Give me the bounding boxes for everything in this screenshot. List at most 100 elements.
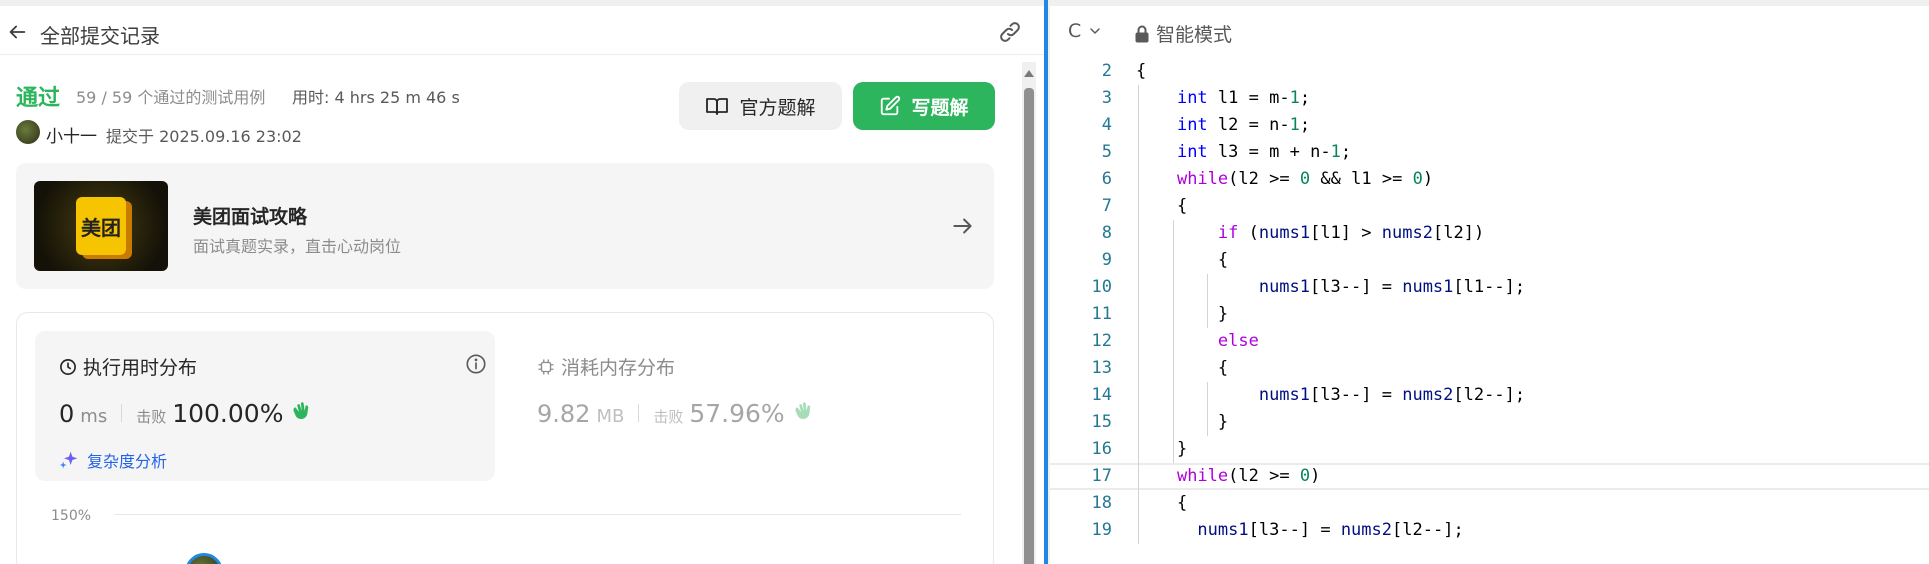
code-line[interactable]: 19 nums1[l3--] = nums2[l2--]; — [1050, 517, 1929, 544]
chevron-down-icon — [1090, 28, 1101, 34]
memory-tab[interactable]: 消耗内存分布 — [537, 353, 675, 380]
line-number: 15 — [1091, 412, 1112, 432]
line-number: 19 — [1091, 520, 1112, 540]
line-number: 6 — [1101, 169, 1112, 189]
chart-y-tick: 150% — [51, 508, 92, 524]
back-arrow-icon[interactable] — [6, 21, 28, 43]
meituan-logo-box: 美团 — [76, 197, 126, 255]
code-text: int l1 = m-1; — [1176, 88, 1311, 108]
code-line[interactable]: 11 } — [1050, 301, 1929, 328]
indent-guide — [1207, 382, 1209, 436]
clap-icon — [293, 402, 309, 420]
language-label: C — [1068, 20, 1082, 42]
line-number: 2 — [1101, 61, 1112, 81]
runtime-number: 0 — [59, 400, 75, 428]
code-text: { — [1217, 250, 1229, 270]
code-line[interactable]: 9 { — [1050, 247, 1929, 274]
write-solution-button[interactable]: 写题解 — [853, 82, 995, 130]
language-select[interactable]: C — [1068, 20, 1103, 42]
line-number: 16 — [1091, 439, 1112, 459]
code-line[interactable]: 12 else — [1050, 328, 1929, 355]
code-line[interactable]: 18 { — [1050, 490, 1929, 517]
avatar[interactable] — [16, 120, 40, 144]
line-number: 18 — [1091, 493, 1112, 513]
code-line[interactable]: 3 int l1 = m-1; — [1050, 85, 1929, 112]
memory-title-label: 消耗内存分布 — [561, 357, 676, 379]
line-number: 17 — [1091, 466, 1112, 486]
code-line[interactable]: 10 nums1[l3--] = nums1[l1--]; — [1050, 274, 1929, 301]
mode-label: 智能模式 — [1156, 24, 1233, 46]
code-line[interactable]: 2{ — [1050, 58, 1929, 85]
line-number: 7 — [1101, 196, 1112, 216]
editor-toolbar: C 智能模式 — [1050, 6, 1929, 55]
code-line[interactable]: 17 while(l2 >= 0) — [1050, 463, 1929, 490]
book-icon — [706, 98, 729, 115]
indent-guide — [1138, 85, 1139, 544]
elapsed-time: 用时: 4 hrs 25 m 46 s — [292, 88, 460, 107]
submission-panel: 全部提交记录 通过 59 / 59 个通过的测试用例 用时: 4 hrs 25 … — [0, 6, 1044, 564]
complexity-analysis-link[interactable]: 复杂度分析 — [59, 448, 167, 472]
code-panel: C 智能模式 2{3 int l1 = m-1; 4 int l2 = n-1; 5… — [1050, 6, 1929, 564]
promo-subtitle: 面试真题实录，直击心动岗位 — [193, 237, 402, 256]
code-line[interactable]: 15 } — [1050, 409, 1929, 436]
status-label: 通过 — [16, 86, 61, 111]
memory-unit: MB — [596, 406, 625, 427]
performance-stats: 执行用时分布 0 ms 击败 100.00% 复杂度分析 消耗内存分布 9.82… — [16, 312, 994, 564]
line-number: 5 — [1101, 142, 1112, 162]
code-text: { — [1176, 493, 1188, 513]
arrow-right-icon[interactable] — [950, 213, 976, 239]
code-text: int l3 = m + n-1; — [1176, 142, 1352, 162]
code-text: } — [1217, 412, 1229, 432]
code-line[interactable]: 14 nums1[l3--] = nums2[l2--]; — [1050, 382, 1929, 409]
code-line[interactable]: 6 while(l2 >= 0 && l1 >= 0) — [1050, 166, 1929, 193]
code-line[interactable]: 5 int l3 = m + n-1; — [1050, 139, 1929, 166]
code-text: nums1[l3--] = nums1[l1--]; — [1258, 277, 1526, 297]
clock-icon — [60, 358, 76, 375]
code-text: { — [1217, 358, 1229, 378]
line-number: 10 — [1091, 277, 1112, 297]
code-editor[interactable]: 2{3 int l1 = m-1; 4 int l2 = n-1; 5 int l3… — [1050, 55, 1929, 564]
code-text: else — [1217, 331, 1259, 351]
memory-beat-label: 击败 — [653, 408, 684, 426]
author-name[interactable]: 小十一 — [46, 122, 97, 147]
runtime-title: 执行用时分布 — [59, 353, 197, 380]
code-line[interactable]: 8 if (nums1[l1] > nums2[l2]) — [1050, 220, 1929, 247]
memory-beat-percent: 57.96% — [689, 399, 785, 428]
code-text: { — [1176, 196, 1188, 216]
separator — [121, 404, 123, 422]
clap-icon — [795, 402, 810, 420]
submit-time: 提交于 2025.09.16 23:02 — [106, 127, 302, 146]
runtime-beat-label: 击败 — [136, 408, 167, 426]
info-icon[interactable] — [465, 353, 487, 375]
scrollbar-thumb[interactable] — [1024, 88, 1034, 564]
chart-user-avatar[interactable] — [185, 553, 223, 564]
edit-icon — [881, 95, 901, 116]
code-line[interactable]: 7 { — [1050, 193, 1929, 220]
line-number: 13 — [1091, 358, 1112, 378]
line-number: 14 — [1091, 385, 1112, 405]
code-text: nums1[l3--] = nums2[l2--]; — [1258, 385, 1526, 405]
code-text: while(l2 >= 0 && l1 >= 0) — [1176, 169, 1434, 189]
code-text: { — [1136, 61, 1147, 81]
promo-title: 美团面试攻略 — [193, 206, 308, 228]
line-number: 11 — [1091, 304, 1112, 324]
code-line[interactable]: 4 int l2 = n-1; — [1050, 112, 1929, 139]
submission-header: 全部提交记录 — [0, 6, 1044, 55]
code-text: } — [1217, 304, 1229, 324]
link-icon[interactable] — [997, 20, 1023, 44]
code-text: if (nums1[l1] > nums2[l2]) — [1217, 223, 1485, 243]
runtime-beat-percent: 100.00% — [172, 399, 284, 428]
runtime-card[interactable]: 执行用时分布 0 ms 击败 100.00% 复杂度分析 — [35, 331, 495, 481]
chart-gridline — [115, 514, 961, 515]
code-line[interactable]: 16 } — [1050, 436, 1929, 463]
smart-mode-toggle[interactable]: 智能模式 — [1134, 20, 1232, 47]
scroll-up-arrow-icon[interactable] — [1024, 70, 1034, 77]
code-text: int l2 = n-1; — [1176, 115, 1311, 135]
indent-guide — [1207, 274, 1209, 328]
official-solution-label: 官方题解 — [739, 96, 816, 119]
code-line[interactable]: 13 { — [1050, 355, 1929, 382]
official-solution-button[interactable]: 官方题解 — [679, 82, 842, 130]
promo-card[interactable]: 美团 美团面试攻略 面试真题实录，直击心动岗位 — [16, 163, 994, 289]
test-cases-summary: 59 / 59 个通过的测试用例 — [76, 88, 266, 107]
runtime-title-label: 执行用时分布 — [83, 357, 198, 379]
